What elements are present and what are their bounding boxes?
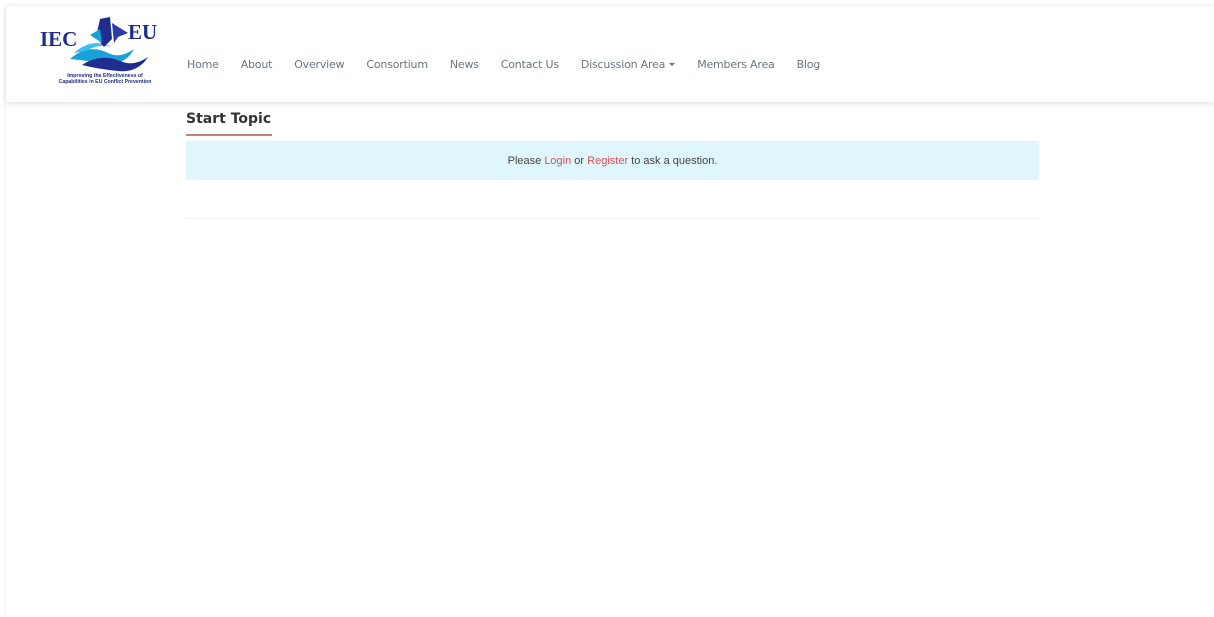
notice-text-prefix: Please — [507, 154, 545, 167]
nav-item-members-area[interactable]: Members Area — [697, 58, 775, 71]
site-logo[interactable]: IEC EU Improving the Effectiveness of Ca… — [30, 13, 180, 93]
page: IEC EU Improving the Effectiveness of Ca… — [6, 6, 1214, 617]
notice-text-suffix: to ask a question. — [628, 154, 718, 167]
main-navigation: Home About Overview Consortium News Cont… — [187, 54, 842, 74]
nav-item-consortium[interactable]: Consortium — [366, 58, 428, 71]
title-underline — [186, 134, 272, 136]
content-divider — [186, 218, 1039, 219]
nav-item-discussion-area[interactable]: Discussion Area — [580, 57, 676, 71]
login-link[interactable]: Login — [544, 155, 571, 167]
nav-item-news[interactable]: News — [450, 58, 479, 71]
logo-text-right: EU — [128, 20, 157, 44]
nav-item-home[interactable]: Home — [187, 58, 219, 71]
page-title: Start Topic — [186, 111, 272, 127]
nav-item-about[interactable]: About — [241, 58, 273, 71]
site-header: IEC EU Improving the Effectiveness of Ca… — [6, 6, 1214, 102]
logo-graphic: IEC EU — [40, 17, 157, 72]
register-link[interactable]: Register — [587, 155, 628, 167]
nav-item-overview[interactable]: Overview — [294, 58, 344, 71]
nav-item-blog[interactable]: Blog — [797, 58, 821, 71]
nav-item-discussion-area-label: Discussion Area — [580, 57, 666, 71]
logo-caption: Improving the Effectiveness of Capabilit… — [30, 73, 180, 85]
caret-down-icon — [669, 63, 676, 66]
login-notice: Please Login or Register to ask a questi… — [186, 141, 1039, 180]
logo-text-left: IEC — [40, 27, 77, 51]
nav-item-contact-us[interactable]: Contact Us — [501, 58, 559, 71]
logo-caption-line-2: Capabilities in EU Conflict Prevention — [58, 79, 152, 85]
notice-text-middle: or — [571, 154, 588, 167]
